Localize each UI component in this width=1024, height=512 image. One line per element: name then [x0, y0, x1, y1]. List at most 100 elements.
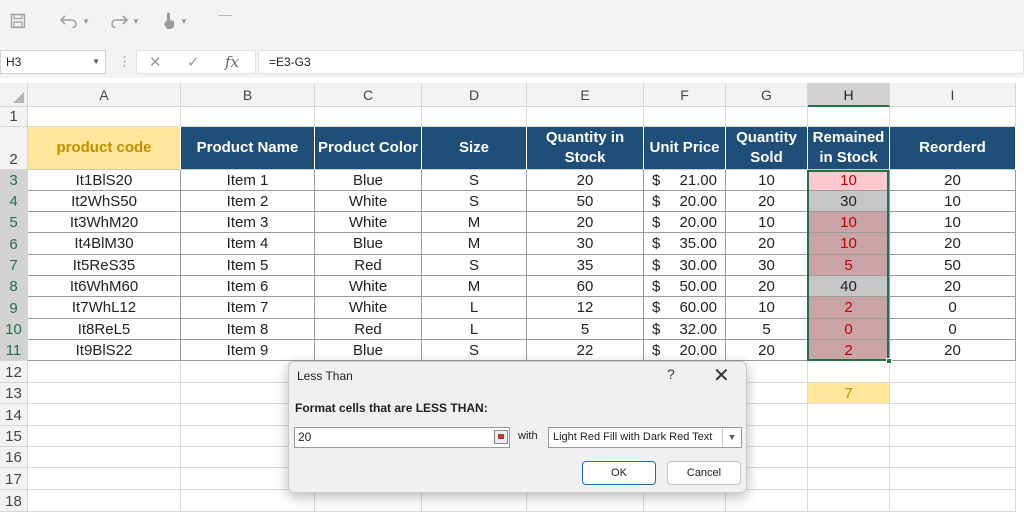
name-box[interactable]: H3 ▼ — [0, 50, 106, 74]
cell-b8[interactable]: Item 6 — [181, 276, 315, 297]
row-header-7[interactable]: 7 — [0, 255, 28, 276]
cell-f18[interactable] — [644, 490, 726, 512]
cell-b4[interactable]: Item 2 — [181, 191, 315, 212]
cell-c6[interactable]: Blue — [315, 233, 422, 255]
cell-h13[interactable]: 7 — [808, 383, 890, 404]
cell-a6[interactable]: It4BlM30 — [28, 233, 181, 255]
cell-c3[interactable]: Blue — [315, 170, 422, 191]
table-header-remained-in-stock[interactable]: Remained in Stock — [808, 127, 890, 170]
cell-f11[interactable]: $20.00 — [644, 340, 726, 361]
cell-a15[interactable] — [28, 426, 181, 447]
column-header-c[interactable]: C — [315, 83, 422, 107]
cell-a10[interactable]: It8ReL5 — [28, 319, 181, 340]
cell-h3[interactable]: 10 — [808, 170, 890, 191]
column-header-a[interactable]: A — [28, 83, 181, 107]
cell-b18[interactable] — [181, 490, 315, 512]
cell-b3[interactable]: Item 1 — [181, 170, 315, 191]
cell-i16[interactable] — [890, 447, 1016, 468]
table-header-unit-price[interactable]: Unit Price — [644, 127, 726, 170]
cell-c8[interactable]: White — [315, 276, 422, 297]
cancel-button[interactable]: Cancel — [667, 461, 741, 485]
chevron-down-icon[interactable]: ▼ — [82, 17, 90, 26]
cell-h6[interactable]: 10 — [808, 233, 890, 255]
cell-d11[interactable]: S — [422, 340, 527, 361]
cell-a9[interactable]: It7WhL12 — [28, 297, 181, 319]
redo-button[interactable]: ▼ — [110, 10, 140, 32]
cell-f9[interactable]: $60.00 — [644, 297, 726, 319]
row-header-14[interactable]: 14 — [0, 404, 28, 426]
cell-h8[interactable]: 40 — [808, 276, 890, 297]
cell-a5[interactable]: It3WhM20 — [28, 212, 181, 233]
cell-e7[interactable]: 35 — [527, 255, 644, 276]
cell-h16[interactable] — [808, 447, 890, 468]
cell-e5[interactable]: 20 — [527, 212, 644, 233]
cell-f5[interactable]: $20.00 — [644, 212, 726, 233]
cell-h14[interactable] — [808, 404, 890, 426]
cell-c5[interactable]: White — [315, 212, 422, 233]
table-header-reorderd[interactable]: Reorderd — [890, 127, 1016, 170]
cell-e6[interactable]: 30 — [527, 233, 644, 255]
cell-a13[interactable] — [28, 383, 181, 404]
table-header-size[interactable]: Size — [422, 127, 527, 170]
cell-a8[interactable]: It6WhM60 — [28, 276, 181, 297]
cell-g11[interactable]: 20 — [726, 340, 808, 361]
cell-f7[interactable]: $30.00 — [644, 255, 726, 276]
row-header-5[interactable]: 5 — [0, 212, 28, 233]
cell-i7[interactable]: 50 — [890, 255, 1016, 276]
cell-i15[interactable] — [890, 426, 1016, 447]
row-header-11[interactable]: 11 — [0, 340, 28, 361]
chevron-down-icon[interactable]: ▼ — [722, 428, 741, 447]
row-header-13[interactable]: 13 — [0, 383, 28, 404]
row-header-2[interactable]: 2 — [0, 127, 28, 170]
chevron-down-icon[interactable]: ▼ — [180, 17, 188, 26]
more-options-icon[interactable]: ⋮ — [118, 54, 131, 70]
cell-i17[interactable] — [890, 468, 1016, 490]
column-header-e[interactable]: E — [527, 83, 644, 107]
cell-g6[interactable]: 20 — [726, 233, 808, 255]
cell-h4[interactable]: 30 — [808, 191, 890, 212]
table-header-quantity-sold[interactable]: Quantity Sold — [726, 127, 808, 170]
row-header-4[interactable]: 4 — [0, 191, 28, 212]
row-header-1[interactable]: 1 — [0, 107, 28, 127]
row-header-6[interactable]: 6 — [0, 233, 28, 255]
cell-i18[interactable] — [890, 490, 1016, 512]
table-header-product-color[interactable]: Product Color — [315, 127, 422, 170]
row-header-9[interactable]: 9 — [0, 297, 28, 319]
column-header-h[interactable]: H — [808, 83, 890, 107]
row-header-17[interactable]: 17 — [0, 468, 28, 490]
cell-a16[interactable] — [28, 447, 181, 468]
insert-function-icon[interactable]: fx — [225, 53, 239, 71]
cell-a14[interactable] — [28, 404, 181, 426]
cell-i8[interactable]: 20 — [890, 276, 1016, 297]
format-select[interactable]: Light Red Fill with Dark Red Text ▼ — [548, 427, 742, 448]
chevron-down-icon[interactable]: ▼ — [92, 51, 100, 73]
row-header-10[interactable]: 10 — [0, 319, 28, 340]
cell-d6[interactable]: M — [422, 233, 527, 255]
cell-f1[interactable] — [644, 107, 726, 127]
cell-f6[interactable]: $35.00 — [644, 233, 726, 255]
cell-g9[interactable]: 10 — [726, 297, 808, 319]
cell-a4[interactable]: It2WhS50 — [28, 191, 181, 212]
cell-c7[interactable]: Red — [315, 255, 422, 276]
fill-handle[interactable] — [886, 358, 892, 364]
row-header-15[interactable]: 15 — [0, 426, 28, 447]
enter-icon[interactable]: ✓ — [187, 53, 200, 71]
chevron-down-icon[interactable]: ▼ — [132, 17, 140, 26]
cell-c10[interactable]: Red — [315, 319, 422, 340]
cell-g5[interactable]: 10 — [726, 212, 808, 233]
table-header-product-code[interactable]: product code — [28, 127, 181, 170]
column-header-g[interactable]: G — [726, 83, 808, 107]
save-button[interactable] — [10, 10, 26, 32]
cell-i5[interactable]: 10 — [890, 212, 1016, 233]
table-header-quantity-in-stock[interactable]: Quantity in Stock — [527, 127, 644, 170]
cell-d3[interactable]: S — [422, 170, 527, 191]
row-header-16[interactable]: 16 — [0, 447, 28, 468]
cell-d1[interactable] — [422, 107, 527, 127]
cell-i10[interactable]: 0 — [890, 319, 1016, 340]
formula-input[interactable]: =E3-G3 — [258, 50, 1024, 74]
cell-g8[interactable]: 20 — [726, 276, 808, 297]
cell-i14[interactable] — [890, 404, 1016, 426]
column-header-i[interactable]: I — [890, 83, 1016, 107]
cell-c1[interactable] — [315, 107, 422, 127]
row-header-3[interactable]: 3 — [0, 170, 28, 191]
